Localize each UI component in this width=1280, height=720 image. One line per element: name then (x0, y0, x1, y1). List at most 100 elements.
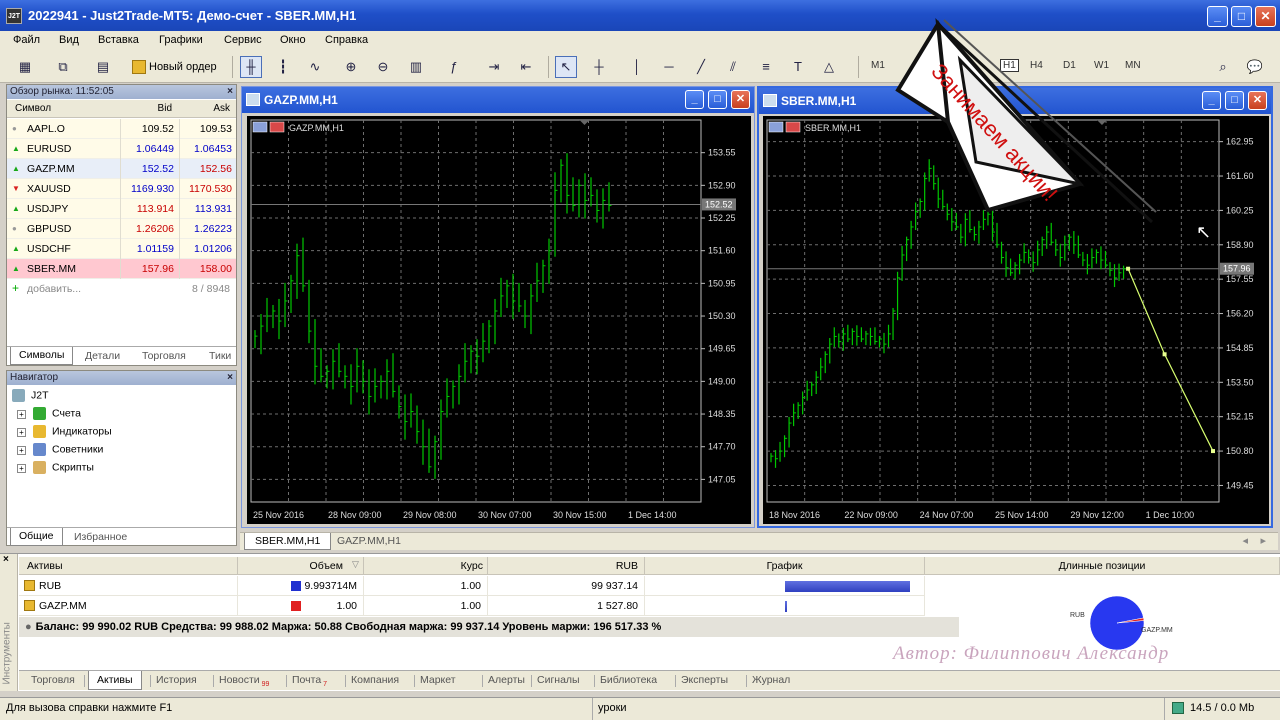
zoom-in-icon[interactable]: ⊕ (340, 56, 362, 78)
profiles-icon[interactable]: ⧉ (52, 56, 74, 78)
toolbox-tab[interactable]: Активы (88, 671, 142, 690)
market-watch-row[interactable]: ● AAPL.O 109.52 109.53 (7, 119, 236, 139)
indicators-icon[interactable]: ƒ (443, 56, 465, 78)
timeframe-m1[interactable]: M1 (871, 60, 885, 71)
minimize-button[interactable]: _ (1207, 6, 1228, 27)
market-watch-row[interactable]: ▲ EURUSD 1.06449 1.06453 (7, 139, 236, 159)
shapes-icon[interactable]: △ (818, 56, 840, 78)
chart-window-title-bar[interactable]: GAZP.MM,H1 _ □ ✕ (242, 87, 754, 113)
col-bid[interactable]: Bid (158, 103, 172, 114)
nav-experts[interactable]: Советники (33, 443, 103, 456)
profile-name[interactable]: уроки (598, 702, 627, 714)
menu-help[interactable]: Справка (325, 34, 368, 46)
data-window-icon[interactable]: ▤ (92, 56, 114, 78)
autoscroll-icon[interactable]: ⇤ (515, 56, 537, 78)
trendline-icon[interactable]: ╱ (690, 56, 712, 78)
close-icon[interactable]: × (227, 85, 233, 99)
gazp-chart-svg[interactable]: 153.55 152.90 152.25 151.60 150.95 150.30 149.… (247, 116, 751, 524)
tab-symbols[interactable]: Символы (10, 347, 74, 365)
market-watch-row[interactable]: ● GBPUSD 1.26206 1.26223 (7, 219, 236, 239)
toolbox-tab[interactable]: Почта 7 (292, 674, 327, 688)
equidistant-channel-icon[interactable]: ⫽ (722, 56, 744, 78)
col-assets[interactable]: Активы (19, 557, 238, 575)
expand-icon[interactable]: + (17, 428, 26, 437)
toolbox-tab[interactable]: Эксперты (681, 674, 728, 686)
chart-shift-icon[interactable]: ⇥ (483, 56, 505, 78)
toolbox-tab[interactable]: Библиотека (600, 674, 657, 686)
chart-tab-gazp[interactable]: GAZP.MM,H1 (337, 535, 401, 547)
market-watch-row[interactable]: ▲ SBER.MM 157.96 158.00 (7, 259, 236, 279)
col-ask[interactable]: Ask (213, 103, 230, 114)
tile-windows-icon[interactable]: ▥ (405, 56, 427, 78)
toolbox-tab[interactable]: История (156, 674, 197, 686)
zoom-out-icon[interactable]: ⊖ (372, 56, 394, 78)
col-symbol[interactable]: Символ (15, 103, 51, 114)
toolbox-tab[interactable]: Новости 99 (219, 674, 269, 688)
candles-icon[interactable]: ┇ (272, 56, 294, 78)
fibonacci-icon[interactable]: ≡ (755, 56, 777, 78)
toolbox-tab[interactable]: Сигналы (537, 674, 580, 686)
tab-trading[interactable]: Торговля (142, 350, 186, 362)
sort-icon[interactable]: ▽ (352, 559, 359, 570)
menu-file[interactable]: Файл (13, 34, 40, 46)
market-watch-row[interactable]: ▲ USDCHF 1.01159 1.01206 (7, 239, 236, 259)
nav-scripts[interactable]: Скрипты (33, 461, 94, 474)
new-chart-icon[interactable]: ▦ (14, 56, 36, 78)
toolbox-tab[interactable]: Торговля (31, 674, 75, 686)
vertical-line-icon[interactable]: │ (626, 56, 648, 78)
expand-icon[interactable]: + (17, 464, 26, 473)
menu-charts[interactable]: Графики (159, 34, 203, 46)
col-rub[interactable]: RUB (488, 557, 645, 575)
scroll-right-icon[interactable]: ▸ (1260, 534, 1266, 547)
col-long-positions[interactable]: Длинные позиции (925, 557, 1280, 575)
tab-favorites[interactable]: Избранное (74, 531, 127, 543)
expand-icon[interactable]: + (17, 410, 26, 419)
expand-icon[interactable]: + (17, 446, 26, 455)
nav-accounts[interactable]: Счета (33, 407, 81, 420)
horizontal-line-icon[interactable]: ─ (658, 56, 680, 78)
close-button[interactable]: ✕ (731, 90, 750, 109)
nav-root[interactable]: J2T (12, 389, 49, 402)
line-chart-icon[interactable]: ∿ (304, 56, 326, 78)
menu-tools[interactable]: Сервис (224, 34, 262, 46)
scroll-left-icon[interactable]: ◂ (1242, 534, 1248, 547)
add-symbol-link[interactable]: добавить... (27, 283, 81, 295)
search-icon[interactable]: ⌕ (1212, 56, 1234, 78)
bar-chart-icon[interactable]: ╫ (240, 56, 262, 78)
toolbox-tab[interactable]: Журнал (752, 674, 790, 686)
chart-canvas[interactable]: 153.55 152.90 152.25 151.60 150.95 150.30 149.… (247, 116, 751, 524)
maximize-button[interactable]: □ (1231, 6, 1252, 27)
menu-insert[interactable]: Вставка (98, 34, 139, 46)
maximize-button[interactable]: □ (1225, 91, 1244, 110)
tab-details[interactable]: Детали (85, 350, 120, 362)
toolbox-tab[interactable]: Маркет (420, 674, 456, 686)
chart-tab-sber[interactable]: SBER.MM,H1 (244, 533, 332, 550)
app-icon[interactable]: J2T (6, 8, 22, 24)
chart-window-gazp[interactable]: GAZP.MM,H1 _ □ ✕ 153.55 152.90 152.25 151.6… (241, 86, 755, 528)
close-icon[interactable]: × (3, 554, 9, 565)
toolbox-tab[interactable]: Алерты (488, 674, 525, 686)
nav-indicators[interactable]: Индикаторы (33, 425, 112, 438)
new-order-button[interactable]: Новый ордер (128, 56, 222, 78)
minimize-button[interactable]: _ (685, 90, 704, 109)
menu-window[interactable]: Окно (280, 34, 306, 46)
menu-view[interactable]: Вид (59, 34, 79, 46)
toolbox-tab[interactable]: Компания (351, 674, 399, 686)
connection-icon[interactable] (1172, 702, 1184, 714)
tab-ticks[interactable]: Тики (209, 350, 231, 362)
col-volume[interactable]: Объем (238, 557, 364, 575)
col-chart[interactable]: График (645, 557, 925, 575)
maximize-button[interactable]: □ (708, 90, 727, 109)
close-icon[interactable]: × (227, 371, 233, 385)
close-button[interactable]: ✕ (1255, 6, 1276, 27)
text-icon[interactable]: T (787, 56, 809, 78)
minimize-button[interactable]: _ (1202, 91, 1221, 110)
market-watch-row[interactable]: ▲ GAZP.MM 152.52 152.56 (7, 159, 236, 179)
crosshair-icon[interactable]: ┼ (588, 56, 610, 78)
close-button[interactable]: ✕ (1248, 91, 1267, 110)
market-watch-row[interactable]: ▲ USDJPY 113.914 113.931 (7, 199, 236, 219)
col-rate[interactable]: Курс (364, 557, 488, 575)
cursor-icon[interactable]: ↖ (555, 56, 577, 78)
chat-icon[interactable]: 💬 (1244, 56, 1266, 78)
market-watch-row[interactable]: ▼ XAUUSD 1169.930 1170.530 (7, 179, 236, 199)
